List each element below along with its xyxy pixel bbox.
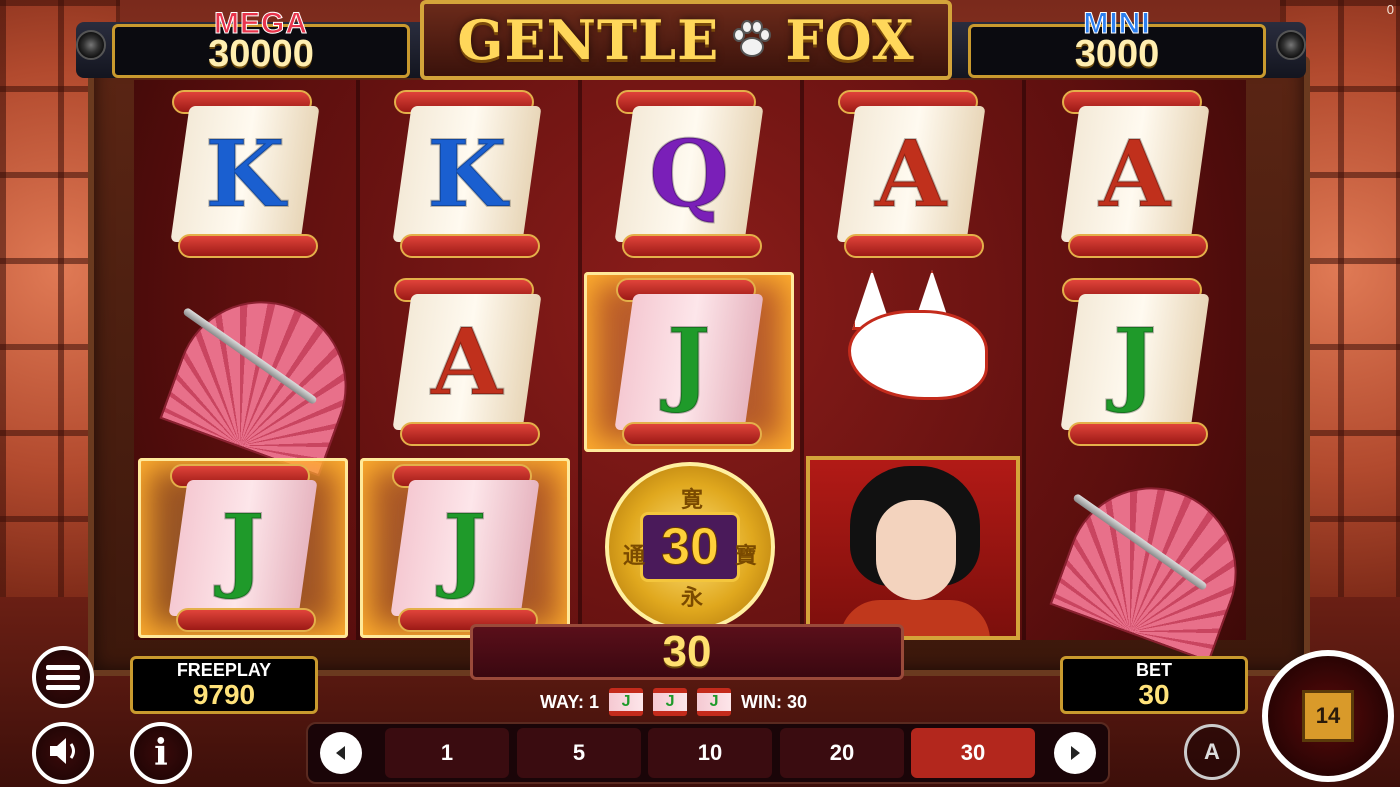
bet-decrease-button[interactable] [320, 732, 362, 774]
reel-separator [578, 80, 582, 640]
freeplay-value: 9790 [192, 678, 256, 710]
symbol-letter: K [204, 119, 286, 229]
reel-symbol-j-winning: J [584, 272, 794, 452]
bet-option[interactable]: 20 [780, 728, 904, 778]
ornament-icon [76, 30, 106, 60]
coin-value: 30 [661, 518, 720, 577]
autoplay-icon: A [1204, 739, 1220, 764]
fan-katana-icon [150, 277, 371, 477]
bet-option-selected[interactable]: 30 [911, 728, 1035, 778]
bet-increase-button[interactable] [1054, 732, 1096, 774]
reel-symbol-k: K [140, 84, 350, 264]
reel-separator [1022, 80, 1026, 640]
corner-counter: 0 [1386, 2, 1394, 17]
reel-separator [800, 80, 804, 640]
mega-jackpot: MEGA 30000 [112, 7, 410, 78]
symbol-letter: K [426, 119, 508, 229]
hamburger-icon [46, 660, 80, 695]
mini-jackpot-title: MINI [1083, 7, 1151, 41]
bet-option[interactable]: 1 [385, 728, 509, 778]
mini-j-symbol-icon: J [609, 688, 644, 716]
reel-symbol-k: K [362, 84, 572, 264]
bet-value: 30 [1138, 678, 1170, 710]
reel-symbol-a: A [806, 84, 1016, 264]
reel-symbol-a: A [1030, 84, 1240, 264]
reel-symbol-q: Q [584, 84, 794, 264]
bet-option[interactable]: 5 [517, 728, 641, 778]
spin-button[interactable]: 14 [1262, 650, 1394, 782]
mini-j-symbol-icon: J [653, 688, 688, 716]
win-amount: 30 [662, 627, 712, 676]
info-icon: i [154, 732, 168, 774]
reel-symbol-j-winning: J [138, 458, 348, 638]
symbol-letter: A [1098, 119, 1171, 229]
way-label: WAY: 1 [540, 691, 600, 712]
reel-symbol-j: J [1030, 272, 1240, 452]
menu-button[interactable] [32, 646, 94, 708]
freeplay-panel: FREEPLAY 9790 [130, 656, 318, 714]
symbol-letter: J [442, 493, 488, 603]
reel-symbol-fan [140, 272, 371, 477]
reel-symbol-j-winning: J [360, 458, 570, 638]
arrow-left-icon [336, 746, 345, 760]
fan-katana-icon [1040, 463, 1261, 663]
symbol-letter: J [220, 493, 266, 603]
sound-button[interactable] [32, 722, 94, 784]
symbol-letter: Q [648, 119, 730, 229]
win-way-info: WAY: 1 J J J WIN: 30 [540, 688, 840, 716]
mini-j-symbol-icon: J [697, 688, 732, 716]
win-label: WIN: 30 [741, 691, 808, 712]
symbol-letter: J [1112, 307, 1158, 417]
ornament-icon [1276, 30, 1306, 60]
coin-bonus-symbol: 寛 永 通 寶 30 [605, 462, 775, 632]
reel-symbol-a: A [362, 272, 572, 452]
paw-icon [729, 17, 775, 63]
info-button[interactable]: i [130, 722, 192, 784]
game-logo: GENTLE FOX [420, 0, 952, 80]
bet-panel: BET 30 [1060, 656, 1248, 714]
autoplay-button[interactable]: A [1184, 724, 1240, 780]
mini-jackpot: MINI 3000 [968, 7, 1266, 78]
logo-word-gentle: GENTLE [457, 8, 720, 72]
fox-mask-icon [838, 270, 998, 420]
coin-glyph: 寶 [734, 544, 757, 569]
arrow-right-icon [1071, 746, 1080, 760]
coin-glyph: 通 [623, 544, 646, 569]
symbol-letter: A [874, 119, 947, 229]
logo-word-fox: FOX [785, 8, 915, 72]
dice-cube-icon: 14 [1302, 690, 1354, 742]
bet-option[interactable]: 10 [648, 728, 772, 778]
reel-symbol-fan [1030, 458, 1261, 663]
geisha-wild-symbol [806, 456, 1020, 640]
mega-jackpot-title: MEGA [214, 7, 308, 41]
speaker-icon [46, 736, 80, 771]
symbol-letter: A [430, 307, 503, 417]
coin-glyph: 寛 [681, 488, 704, 513]
bet-label: BET [1136, 659, 1172, 680]
coin-glyph: 永 [681, 586, 704, 611]
freeplay-label: FREEPLAY [176, 659, 272, 680]
symbol-letter: J [666, 307, 712, 417]
win-display: 30 [470, 624, 904, 680]
